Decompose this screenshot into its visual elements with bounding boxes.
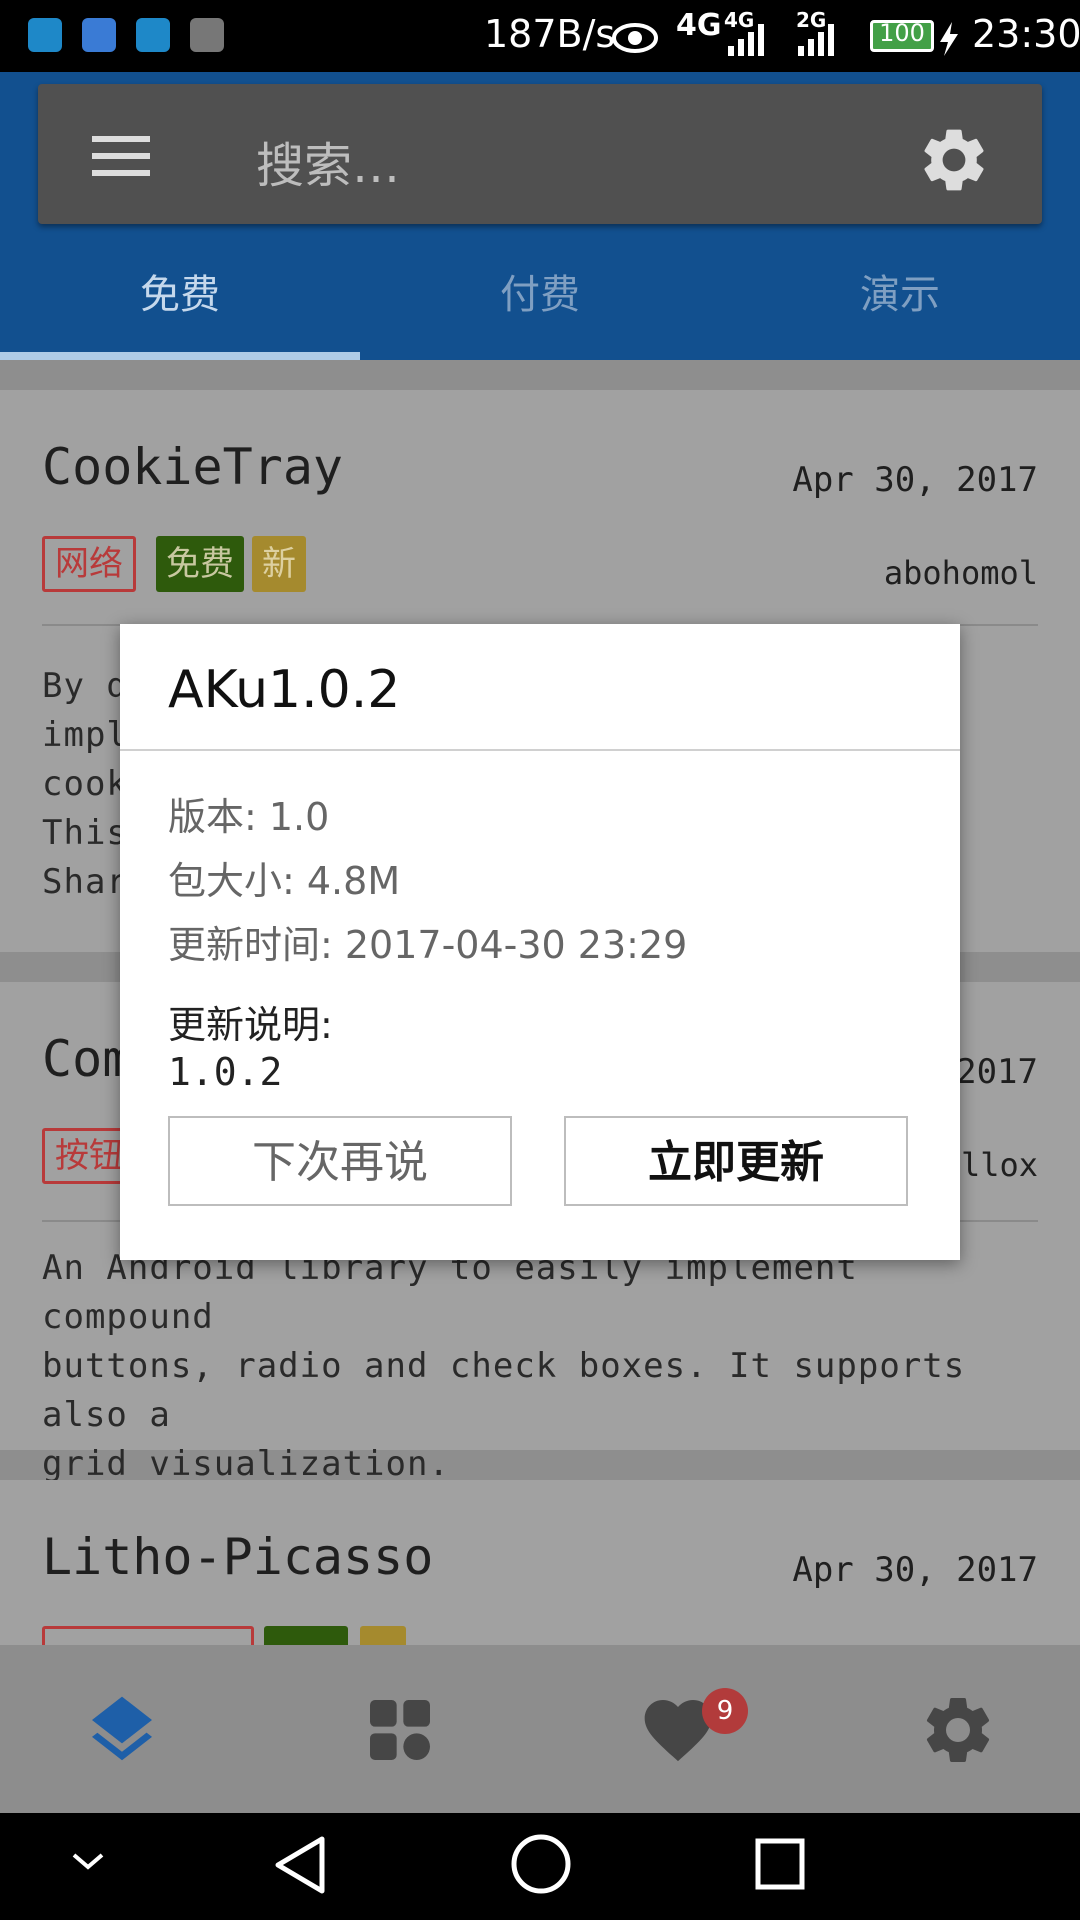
tab-paid[interactable]: 付费 [360,262,720,320]
tab-free[interactable]: 免费 [0,262,360,320]
layers-icon[interactable] [82,1690,162,1770]
dialog-divider [120,749,960,751]
tag-new: 新 [252,536,306,592]
update-now-button[interactable]: 立即更新 [564,1116,908,1206]
battery-level: 100 [879,19,925,47]
recents-icon[interactable] [754,1837,806,1891]
battery-icon: 100 [870,19,934,52]
eye-icon [612,23,658,53]
list-item[interactable]: Litho-Picasso Apr 30, 2017 [0,1480,1080,1645]
tag-category: 网络 [42,536,136,592]
tab-indicator [0,352,360,360]
menu-icon[interactable] [92,134,152,178]
home-icon[interactable] [510,1833,572,1895]
app-notification-icon [28,18,62,52]
update-time-info: 更新时间: 2017-04-30 23:29 [168,923,688,967]
item-title: Litho-Picasso [42,1528,434,1586]
network-label-1: 4G [676,8,722,43]
net-speed: 187B/s [484,12,616,56]
tag-category [42,1626,254,1645]
search-bar[interactable]: 搜索… [38,84,1042,224]
grid-icon[interactable] [360,1690,440,1770]
item-date: Apr 30, 2017 [792,460,1038,500]
health-notification-icon [82,18,116,52]
item-description: An Android library to easily implement c… [42,1248,966,1484]
item-title: Com [42,1030,133,1088]
chevron-down-icon[interactable] [70,1849,106,1873]
usb-icon [136,18,170,52]
release-notes-label: 更新说明: [168,1003,333,1047]
charging-icon [940,22,958,56]
size-info: 包大小: 4.8M [168,859,401,903]
image-notification-icon [190,18,224,52]
update-dialog: AKu1.0.2 版本: 1.0 包大小: 4.8M 更新时间: 2017-04… [120,624,960,1260]
item-title: CookieTray [42,438,344,496]
search-input[interactable]: 搜索… [256,126,400,196]
tag-free: 免费 [156,536,244,592]
dialog-title: AKu1.0.2 [168,660,401,720]
back-icon[interactable] [272,1835,328,1895]
tag-free [264,1626,348,1645]
item-date: 2017 [956,1052,1038,1092]
tag-new [360,1626,406,1645]
gear-icon[interactable] [918,1690,998,1770]
item-author: abohomol [883,554,1038,592]
clock: 23:30 [972,12,1080,56]
settings-gear-icon[interactable] [916,122,992,198]
system-navigation-bar [0,1813,1080,1920]
tab-demo[interactable]: 演示 [720,262,1080,320]
release-notes: 1.0.2 [168,1050,283,1094]
signal-icon-2 [798,24,834,56]
version-info: 版本: 1.0 [168,795,330,839]
signal-icon-1 [728,24,764,56]
item-date: Apr 30, 2017 [792,1550,1038,1590]
favorites-badge: 9 [702,1688,748,1734]
status-bar: 187B/s 4G 4G 2G 100 23:30 [0,0,1080,72]
later-button[interactable]: 下次再说 [168,1116,512,1206]
